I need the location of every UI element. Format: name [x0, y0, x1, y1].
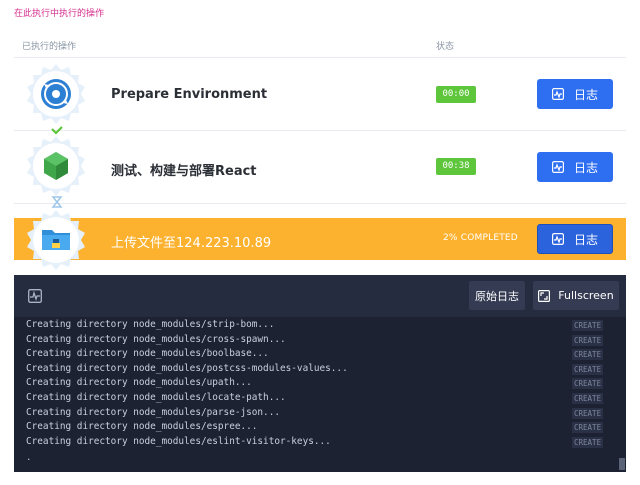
- divider: [14, 203, 626, 204]
- log-tag: CREATE: [572, 378, 604, 390]
- pulse-icon: [28, 289, 42, 303]
- hourglass-connector-icon: [51, 196, 63, 208]
- gear-refresh-icon: [24, 62, 88, 126]
- log-line: Creating directory node_modules/upath...…: [26, 376, 606, 391]
- log-text: Creating directory node_modules/eslint-v…: [26, 435, 331, 447]
- log-line: Creating directory node_modules/locate-p…: [26, 391, 606, 406]
- pulse-icon: [551, 161, 564, 173]
- log-button[interactable]: 日志: [537, 79, 613, 109]
- raw-log-button[interactable]: 原始日志: [469, 281, 525, 310]
- log-button[interactable]: 日志: [537, 224, 613, 254]
- step-row-test-build-deploy: 测试、构建与部署React 00:38 日志: [14, 131, 626, 203]
- fullscreen-label: Fullscreen: [558, 289, 614, 302]
- status-badge: 00:38: [436, 158, 476, 175]
- log-line: Creating directory node_modules/parse-js…: [26, 406, 606, 421]
- pulse-icon: [551, 88, 564, 100]
- log-lines: Creating directory node_modules/strip-bo…: [26, 318, 606, 449]
- log-text: Creating directory node_modules/cross-sp…: [26, 333, 286, 345]
- log-text: Creating directory node_modules/parse-js…: [26, 406, 280, 418]
- log-text: Creating directory node_modules/upath...: [26, 377, 252, 389]
- log-tag: CREATE: [572, 392, 604, 404]
- column-header-operations: 已执行的操作: [22, 42, 77, 52]
- console-scrollbar[interactable]: [619, 458, 625, 470]
- step-name: Prepare Environment: [111, 87, 268, 102]
- log-button[interactable]: 日志: [537, 152, 613, 182]
- fullscreen-icon: [538, 289, 551, 302]
- log-line: Creating directory node_modules/boolbase…: [26, 347, 606, 362]
- log-text: Creating directory node_modules/boolbase…: [26, 348, 269, 360]
- progress-text: 2% COMPLETED: [443, 233, 518, 243]
- status-badge: 00:00: [436, 86, 476, 103]
- pulse-icon: [551, 233, 564, 245]
- log-text: Creating directory node_modules/locate-p…: [26, 391, 286, 403]
- log-trailing: .: [26, 453, 32, 463]
- log-tag: CREATE: [572, 334, 604, 346]
- log-text: Creating directory node_modules/strip-bo…: [26, 319, 275, 330]
- folder-upload-icon: [24, 208, 88, 272]
- log-tag: CREATE: [572, 407, 604, 419]
- log-text: Creating directory node_modules/espree..…: [26, 421, 258, 433]
- log-tag: CREATE: [572, 422, 604, 434]
- log-button-label: 日志: [573, 232, 598, 247]
- log-tag: CREATE: [572, 320, 604, 331]
- log-line: Creating directory node_modules/espree..…: [26, 420, 606, 435]
- node-icon: [24, 134, 88, 198]
- log-console[interactable]: 原始日志 Fullscreen Creating directory node_…: [14, 275, 626, 472]
- log-tag: CREATE: [572, 363, 604, 375]
- step-name: 测试、构建与部署React: [111, 164, 257, 179]
- log-tag: CREATE: [572, 349, 604, 361]
- log-tag: CREATE: [572, 436, 604, 448]
- log-line: Creating directory node_modules/strip-bo…: [26, 318, 606, 333]
- log-button-label: 日志: [573, 87, 598, 102]
- step-name: 上传文件至124.223.10.89: [111, 236, 272, 251]
- page-title-link[interactable]: 在此执行中执行的操作: [14, 6, 104, 19]
- log-line: Creating directory node_modules/postcss-…: [26, 362, 606, 377]
- console-toolbar: 原始日志 Fullscreen: [14, 275, 626, 317]
- fullscreen-button[interactable]: Fullscreen: [533, 281, 619, 310]
- step-row-prepare-environment: Prepare Environment 00:00 日志: [14, 58, 626, 130]
- log-text: Creating directory node_modules/postcss-…: [26, 362, 348, 374]
- log-button-label: 日志: [573, 160, 598, 175]
- log-line: Creating directory node_modules/cross-sp…: [26, 333, 606, 348]
- log-line: Creating directory node_modules/eslint-v…: [26, 435, 606, 450]
- column-header-status: 状态: [436, 42, 455, 52]
- step-row-upload-files: 上传文件至124.223.10.89 2% COMPLETED 日志: [14, 218, 626, 260]
